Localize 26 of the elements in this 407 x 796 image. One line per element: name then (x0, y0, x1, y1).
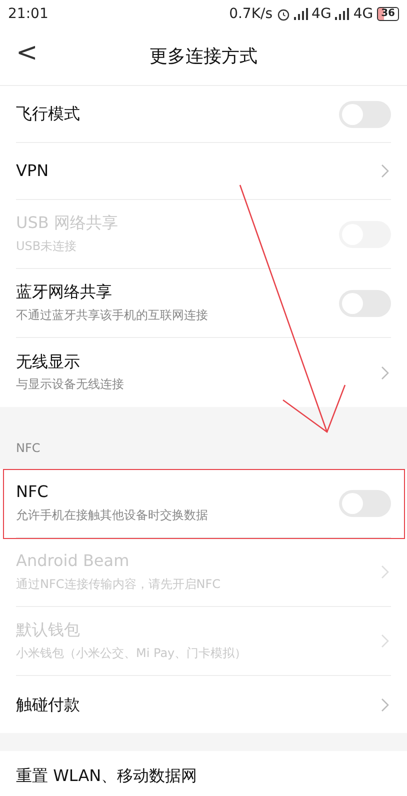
setting-title: 飞行模式 (16, 104, 80, 124)
setting-title: VPN (16, 161, 49, 181)
back-button[interactable]: < (12, 40, 42, 66)
signal-icon (335, 8, 350, 20)
chevron-right-icon (381, 164, 389, 178)
battery-icon: 36 (377, 7, 399, 21)
setting-description: 不通过蓝牙共享该手机的互联网连接 (16, 306, 208, 324)
chevron-right-icon (381, 698, 389, 712)
setting-description: 与显示设备无线连接 (16, 376, 124, 394)
alarm-icon (276, 8, 290, 20)
setting-title: 重置 WLAN、移动数据网 (16, 766, 198, 786)
setting-title: NFC (16, 482, 50, 502)
setting-title: 蓝牙网络共享 (16, 282, 113, 302)
chevron-right-icon (381, 565, 389, 579)
network-type: 4G (312, 4, 332, 24)
chevron-right-icon (381, 634, 389, 648)
setting-title: 触碰付款 (16, 694, 80, 714)
setting-description: 允许手机在接触其他设备时交换数据 (16, 506, 208, 524)
signal-icon (294, 8, 308, 20)
network-type: 4G (353, 4, 374, 24)
chevron-right-icon (381, 366, 389, 380)
status-time: 21:01 (8, 4, 48, 24)
section-header: NFC (0, 407, 407, 469)
network-speed: 0.7K/s (229, 4, 273, 24)
page-title: 更多连接方式 (150, 45, 258, 69)
setting-title: 无线显示 (16, 352, 81, 372)
